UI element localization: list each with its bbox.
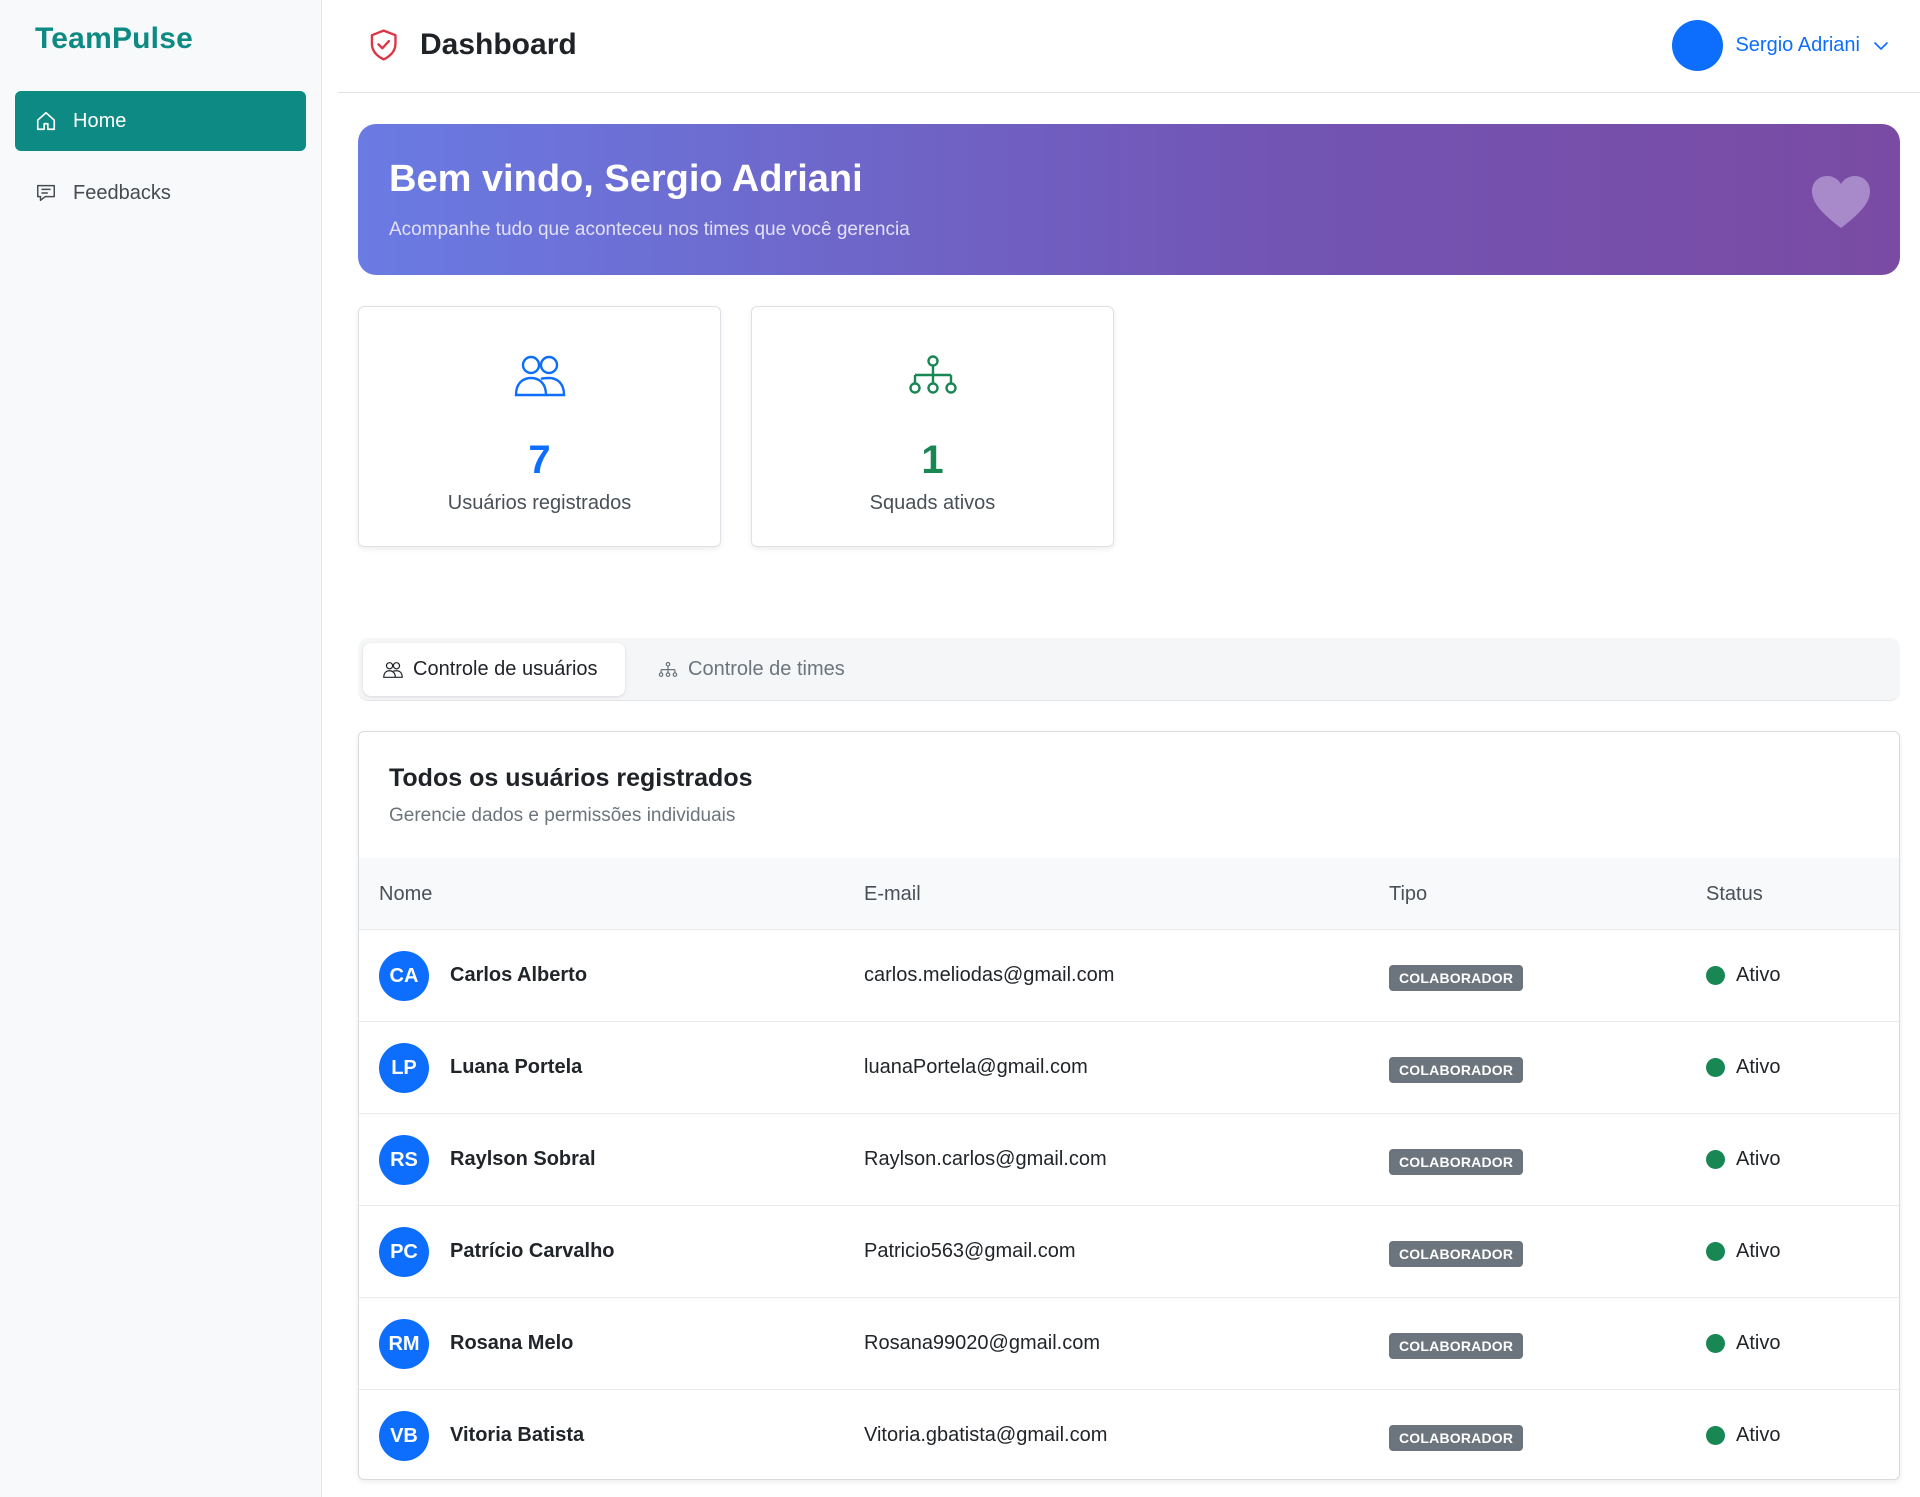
avatar: VB	[379, 1411, 429, 1461]
avatar[interactable]	[1672, 20, 1724, 71]
table-row[interactable]: LP Luana Portela luanaPortela@gmail.com …	[359, 1022, 1899, 1114]
user-name-cell: Rosana Melo	[450, 1332, 574, 1354]
avatar: RM	[379, 1319, 429, 1369]
stat-card-users: 7 Usuários registrados	[358, 306, 721, 547]
table-row[interactable]: CA Carlos Alberto carlos.meliodas@gmail.…	[359, 930, 1899, 1022]
hierarchy-icon	[658, 660, 678, 680]
status-text: Ativo	[1736, 1148, 1781, 1170]
status-dot-icon	[1706, 1426, 1725, 1445]
stat-label: Usuários registrados	[447, 492, 632, 514]
sidebar-item-label: Feedbacks	[73, 181, 171, 204]
user-name-cell: Luana Portela	[450, 1056, 583, 1078]
role-badge: COLABORADOR	[1389, 1425, 1524, 1451]
user-email-cell: luanaPortela@gmail.com	[864, 1056, 1088, 1078]
user-name-cell: Carlos Alberto	[450, 964, 588, 986]
welcome-banner: Bem vindo, Sergio Adriani Acompanhe tudo…	[358, 124, 1900, 275]
role-badge: COLABORADOR	[1389, 965, 1524, 991]
stat-label: Squads ativos	[869, 492, 996, 514]
column-header-tipo: Tipo	[1389, 883, 1428, 905]
users-table-card: Todos os usuários registrados Gerencie d…	[358, 731, 1900, 1480]
stat-value: 1	[921, 438, 944, 482]
user-name-cell: Patrício Carvalho	[450, 1240, 615, 1262]
table-row[interactable]: RM Rosana Melo Rosana99020@gmail.com COL…	[359, 1298, 1899, 1390]
sidebar-item-home[interactable]: Home	[15, 91, 306, 151]
status-indicator: Ativo	[1706, 1148, 1780, 1171]
column-header-nome: Nome	[379, 883, 433, 905]
user-email-cell: Rosana99020@gmail.com	[864, 1332, 1100, 1354]
user-name[interactable]: Sergio Adriani	[1735, 34, 1860, 57]
status-text: Ativo	[1736, 964, 1781, 986]
app-root: TeamPulse Home Feedbacks Dashboard Sergi…	[0, 0, 1920, 1497]
status-text: Ativo	[1736, 1332, 1781, 1354]
avatar: CA	[379, 951, 429, 1001]
status-text: Ativo	[1736, 1424, 1781, 1446]
heart-icon	[1810, 174, 1872, 230]
table-row[interactable]: PC Patrício Carvalho Patricio563@gmail.c…	[359, 1206, 1899, 1298]
user-email-cell: carlos.meliodas@gmail.com	[864, 964, 1115, 986]
role-badge: COLABORADOR	[1389, 1241, 1524, 1267]
table-subtitle: Gerencie dados e permissões individuais	[389, 805, 736, 826]
table-title: Todos os usuários registrados	[389, 764, 753, 792]
column-header-email: E-mail	[864, 883, 921, 905]
users-icon	[383, 660, 403, 680]
shield-check-icon	[368, 28, 400, 62]
banner-subtitle: Acompanhe tudo que aconteceu nos times q…	[389, 219, 910, 240]
stat-card-squads: 1 Squads ativos	[751, 306, 1114, 547]
tab-label: Controle de usuários	[413, 658, 598, 680]
top-header: Dashboard Sergio Adriani	[338, 0, 1920, 93]
page-title-group: Dashboard	[368, 28, 577, 62]
tabs-bar: Controle de usuários Controle de times	[358, 638, 1900, 701]
user-email-cell: Vitoria.gbatista@gmail.com	[864, 1424, 1108, 1446]
avatar: RS	[379, 1135, 429, 1185]
role-badge: COLABORADOR	[1389, 1057, 1524, 1083]
tab-label: Controle de times	[688, 658, 845, 680]
chat-icon	[35, 182, 57, 204]
sidebar-item-label: Home	[73, 109, 127, 132]
status-dot-icon	[1706, 1242, 1725, 1261]
status-dot-icon	[1706, 966, 1725, 985]
tab-controle-usuarios[interactable]: Controle de usuários	[363, 643, 625, 696]
table-row[interactable]: RS Raylson Sobral Raylson.carlos@gmail.c…	[359, 1114, 1899, 1206]
user-name-cell: Vitoria Batista	[450, 1424, 585, 1446]
sidebar: TeamPulse Home Feedbacks	[0, 0, 322, 1497]
user-name-cell: Raylson Sobral	[450, 1148, 596, 1170]
home-icon	[35, 110, 57, 132]
tab-controle-times[interactable]: Controle de times	[638, 643, 865, 696]
role-badge: COLABORADOR	[1389, 1149, 1524, 1175]
status-text: Ativo	[1736, 1056, 1781, 1078]
chevron-down-icon[interactable]	[1872, 37, 1890, 55]
status-dot-icon	[1706, 1334, 1725, 1353]
table-row[interactable]: VB Vitoria Batista Vitoria.gbatista@gmai…	[359, 1390, 1899, 1479]
sidebar-item-feedbacks[interactable]: Feedbacks	[15, 163, 306, 223]
status-indicator: Ativo	[1706, 1332, 1780, 1355]
status-indicator: Ativo	[1706, 964, 1780, 987]
page-title: Dashboard	[420, 28, 577, 61]
avatar: LP	[379, 1043, 429, 1093]
users-icon	[359, 355, 720, 401]
banner-title: Bem vindo, Sergio Adriani	[389, 158, 863, 200]
stat-value: 7	[528, 438, 551, 482]
status-indicator: Ativo	[1706, 1240, 1780, 1263]
status-dot-icon	[1706, 1150, 1725, 1169]
table-header: Nome E-mail Tipo Status	[359, 858, 1899, 930]
user-email-cell: Raylson.carlos@gmail.com	[864, 1148, 1107, 1170]
status-dot-icon	[1706, 1058, 1725, 1077]
status-indicator: Ativo	[1706, 1424, 1780, 1447]
user-menu-dropdown[interactable]: Sergio Adriani	[1672, 20, 1890, 71]
status-indicator: Ativo	[1706, 1056, 1780, 1079]
role-badge: COLABORADOR	[1389, 1333, 1524, 1359]
column-header-status: Status	[1706, 883, 1763, 905]
brand-logo[interactable]: TeamPulse	[35, 22, 193, 56]
status-text: Ativo	[1736, 1240, 1781, 1262]
avatar: PC	[379, 1227, 429, 1277]
hierarchy-icon	[752, 355, 1113, 401]
user-email-cell: Patricio563@gmail.com	[864, 1240, 1076, 1262]
